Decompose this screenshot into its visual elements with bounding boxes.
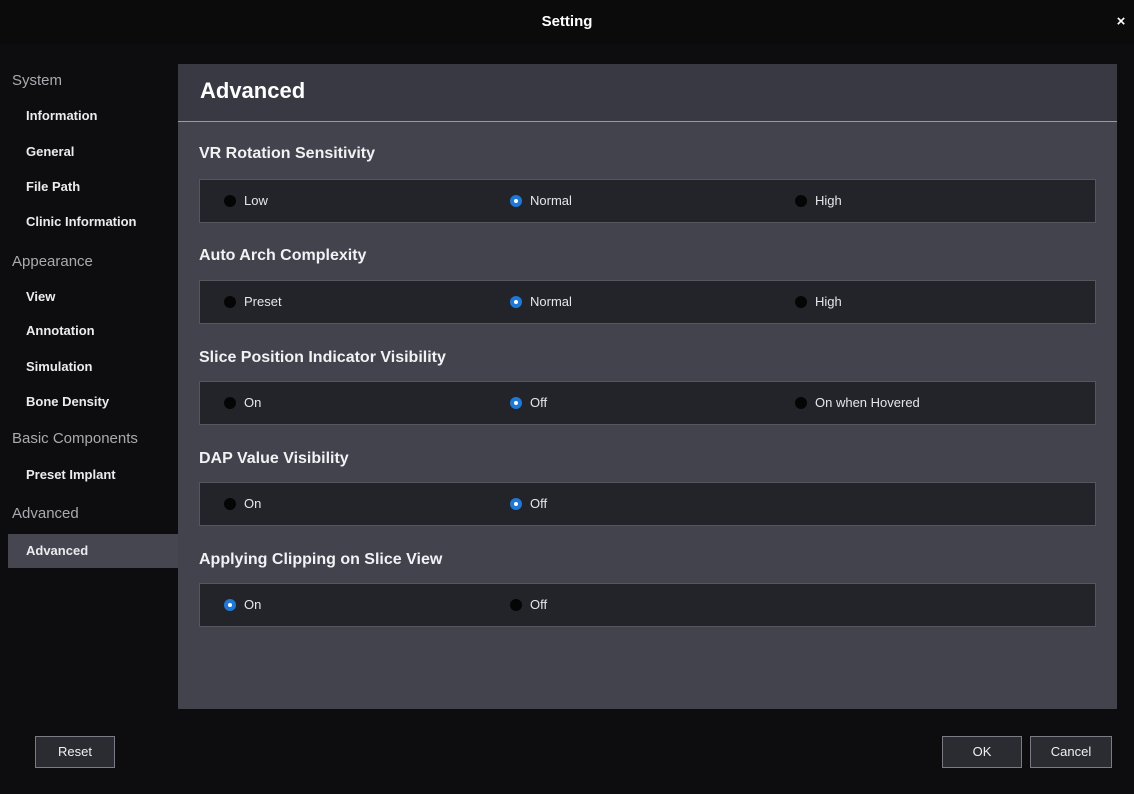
radio-option-off[interactable]: Off [510, 584, 547, 626]
sidebar-category-basic-components: Basic Components [12, 430, 138, 447]
radio-option-on[interactable]: On [224, 382, 261, 424]
radio-unselected-icon [510, 599, 522, 611]
radio-option-off[interactable]: Off [510, 382, 547, 424]
radio-label: Off [530, 496, 548, 511]
sidebar-item-advanced[interactable]: Advanced [8, 534, 178, 568]
option-group-auto-arch-complexity: Preset Normal High [199, 280, 1096, 324]
option-group-dap-value-visibility: On Off [199, 482, 1096, 526]
sidebar-category-system: System [12, 72, 63, 89]
radio-selected-icon [510, 296, 522, 308]
close-icon[interactable]: × [1112, 12, 1130, 32]
sidebar-item-general[interactable]: General [8, 135, 178, 169]
sidebar-item-information[interactable]: Information [8, 99, 178, 133]
section-title-auto-arch-complexity: Auto Arch Complexity [199, 247, 367, 264]
cancel-button[interactable]: Cancel [1030, 736, 1112, 768]
radio-label: Off [530, 597, 548, 612]
reset-button[interactable]: Reset [35, 736, 115, 768]
radio-label: On [244, 496, 262, 511]
section-title-slice-position-indicator-visibility: Slice Position Indicator Visibility [199, 349, 446, 366]
radio-label: Normal [530, 193, 572, 208]
radio-label: High [815, 193, 842, 208]
sidebar-item-clinic-information[interactable]: Clinic Information [8, 205, 178, 239]
settings-panel: Advanced VR Rotation Sensitivity Low Nor… [178, 64, 1117, 709]
section-title-vr-rotation-sensitivity: VR Rotation Sensitivity [199, 145, 376, 162]
sidebar-item-annotation[interactable]: Annotation [8, 314, 178, 348]
radio-unselected-icon [795, 296, 807, 308]
radio-unselected-icon [224, 296, 236, 308]
radio-option-off[interactable]: Off [510, 483, 547, 525]
radio-option-on-when-hovered[interactable]: On when Hovered [795, 382, 920, 424]
radio-label: On when Hovered [815, 395, 920, 410]
sidebar-category-appearance: Appearance [12, 253, 93, 270]
radio-unselected-icon [795, 397, 807, 409]
option-group-slice-position-indicator-visibility: On Off On when Hovered [199, 381, 1096, 425]
section-title-dap-value-visibility: DAP Value Visibility [199, 450, 349, 467]
radio-label: On [244, 395, 262, 410]
panel-header: Advanced [178, 64, 1117, 122]
option-group-applying-clipping-on-slice-view: On Off [199, 583, 1096, 627]
radio-selected-icon [224, 599, 236, 611]
sidebar-item-file-path[interactable]: File Path [8, 170, 178, 204]
radio-label: High [815, 294, 842, 309]
radio-option-high[interactable]: High [795, 180, 842, 222]
radio-option-on[interactable]: On [224, 483, 261, 525]
title-bar: Setting × [0, 0, 1134, 44]
radio-label: Off [530, 395, 548, 410]
radio-option-preset[interactable]: Preset [224, 281, 282, 323]
section-title-applying-clipping-on-slice-view: Applying Clipping on Slice View [199, 551, 443, 568]
radio-selected-icon [510, 397, 522, 409]
radio-selected-icon [510, 498, 522, 510]
radio-unselected-icon [224, 498, 236, 510]
window-title: Setting [541, 13, 593, 30]
radio-label: Low [244, 193, 268, 208]
radio-unselected-icon [224, 195, 236, 207]
ok-button[interactable]: OK [942, 736, 1022, 768]
radio-label: On [244, 597, 262, 612]
option-group-vr-rotation-sensitivity: Low Normal High [199, 179, 1096, 223]
sidebar-item-bone-density[interactable]: Bone Density [8, 385, 178, 419]
panel-title: Advanced [200, 78, 306, 103]
sidebar-category-advanced: Advanced [12, 505, 79, 522]
radio-option-normal[interactable]: Normal [510, 180, 572, 222]
settings-sidebar: System Information General File Path Cli… [8, 64, 178, 664]
sidebar-item-simulation[interactable]: Simulation [8, 350, 178, 384]
radio-unselected-icon [224, 397, 236, 409]
radio-option-high[interactable]: High [795, 281, 842, 323]
radio-label: Preset [244, 294, 282, 309]
radio-label: Normal [530, 294, 572, 309]
sidebar-item-view[interactable]: View [8, 280, 178, 314]
radio-option-low[interactable]: Low [224, 180, 268, 222]
radio-option-normal[interactable]: Normal [510, 281, 572, 323]
sidebar-item-preset-implant[interactable]: Preset Implant [8, 458, 178, 492]
radio-selected-icon [510, 195, 522, 207]
radio-option-on[interactable]: On [224, 584, 261, 626]
radio-unselected-icon [795, 195, 807, 207]
